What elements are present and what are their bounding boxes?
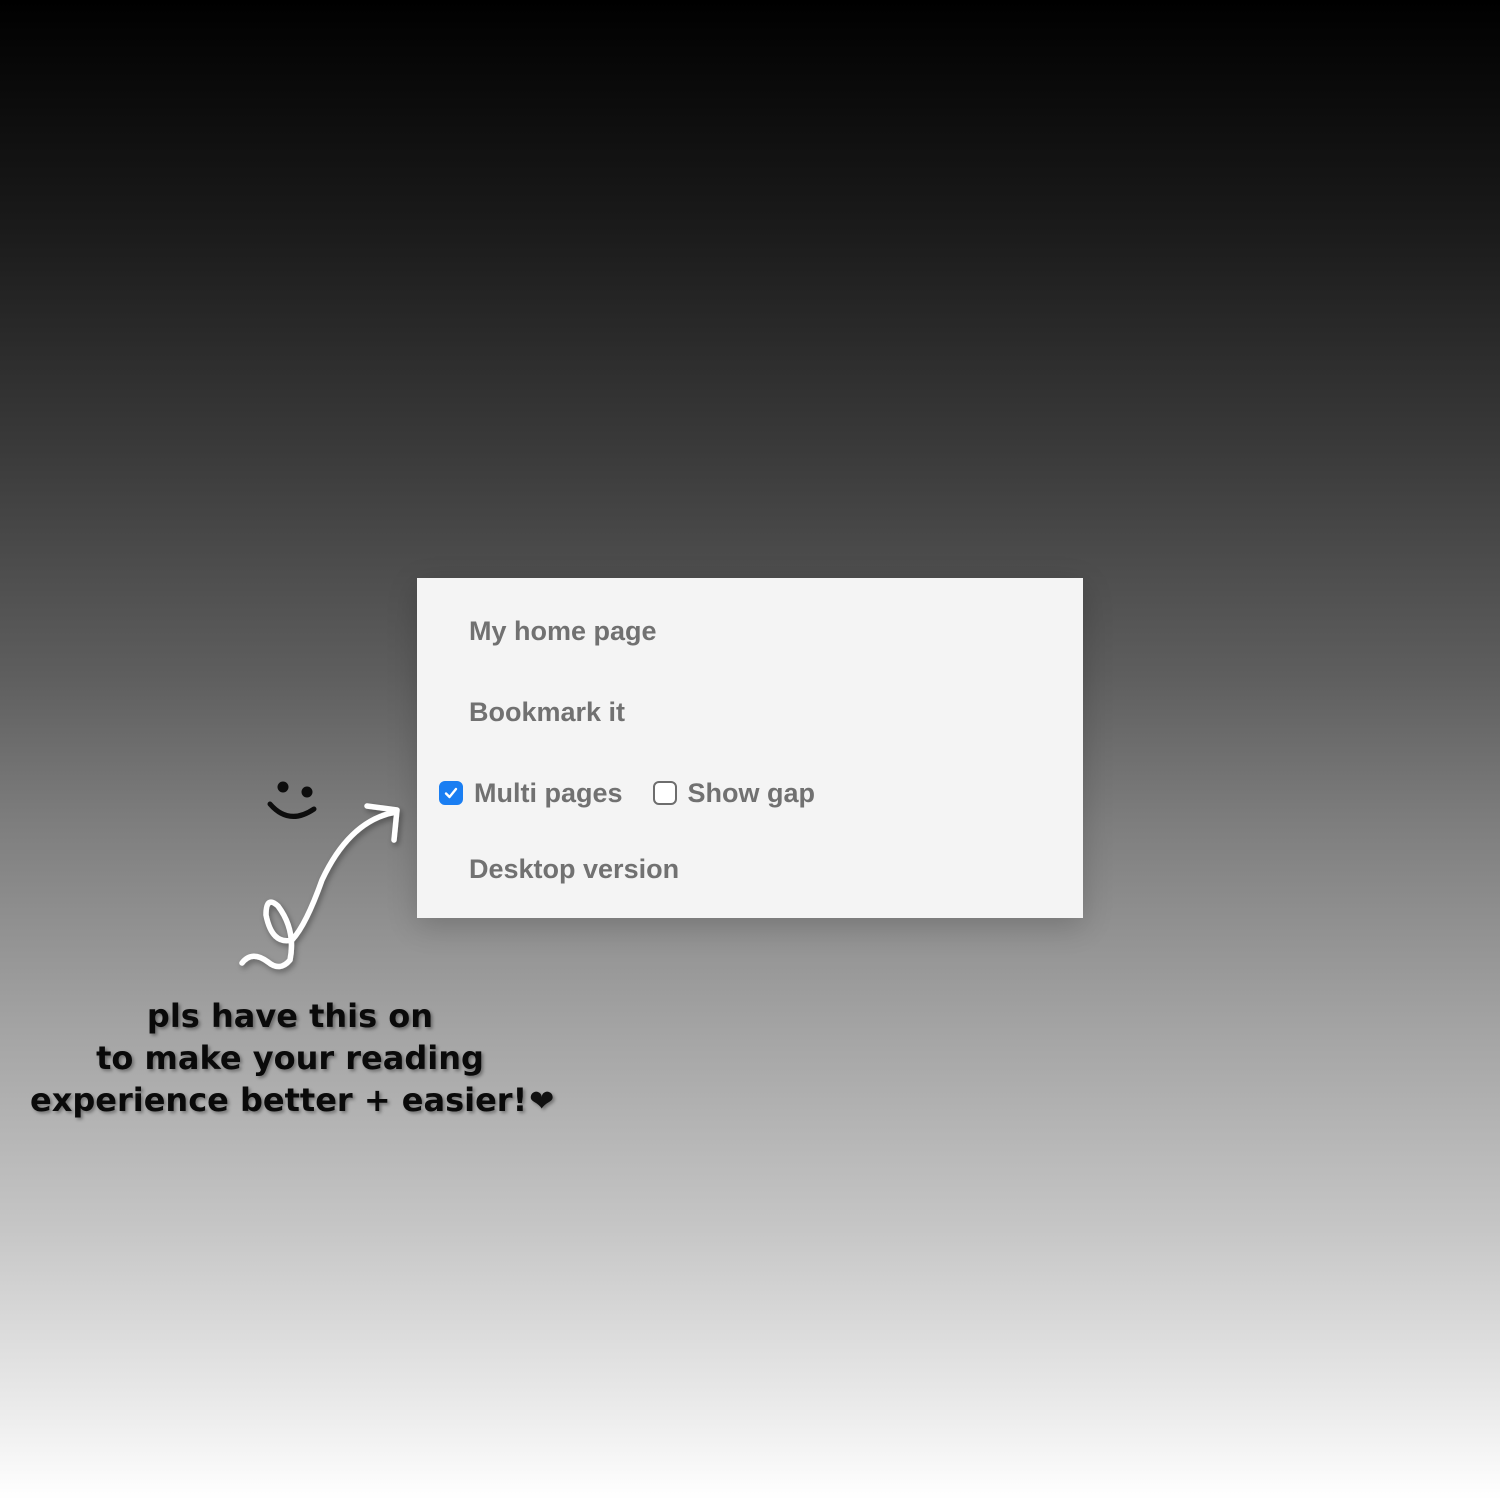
view-options-row: Multi pages Show gap (439, 776, 815, 810)
heart-icon: ❤ (529, 1084, 555, 1119)
multi-pages-label: Multi pages (474, 777, 623, 808)
show-gap-option[interactable]: Show gap (652, 777, 816, 809)
show-gap-label: Show gap (687, 777, 816, 808)
curly-arrow-icon (239, 803, 400, 970)
smiley-face-icon (267, 781, 317, 819)
caption-line-3: experience better + easier! (30, 1081, 528, 1119)
checkmark-icon (444, 787, 458, 799)
caption-line-2: to make your reading (96, 1039, 484, 1077)
multi-pages-option[interactable]: Multi pages (439, 778, 623, 809)
show-gap-checkbox[interactable] (652, 781, 677, 805)
menu-item-my-home-page[interactable]: My home page (469, 616, 657, 647)
annotation-caption: pls have this on to make your reading ex… (30, 995, 554, 1123)
menu-item-desktop-version[interactable]: Desktop version (469, 854, 679, 885)
multi-pages-checkbox[interactable] (439, 781, 463, 805)
menu-item-bookmark-it[interactable]: Bookmark it (469, 697, 625, 728)
caption-line-1: pls have this on (146, 997, 434, 1035)
caption-line-3-wrap: experience better + easier!❤ (30, 1079, 554, 1123)
options-menu: My home page Bookmark it Multi pages Sho… (417, 578, 1083, 918)
